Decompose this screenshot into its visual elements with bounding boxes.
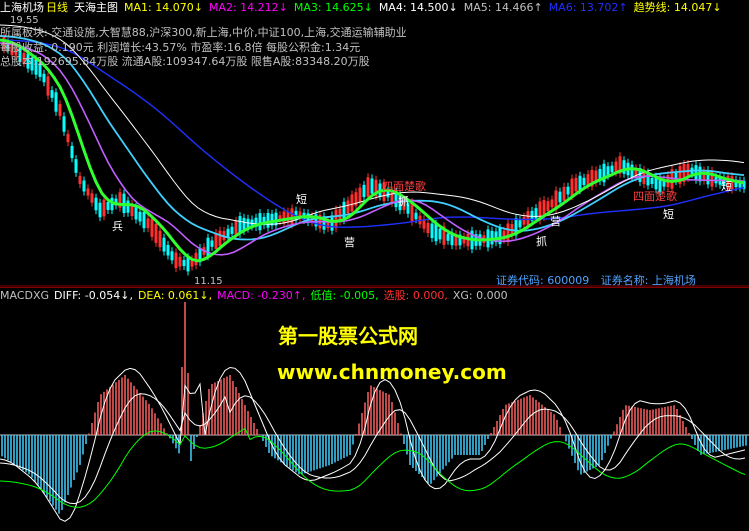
- xg-readout: XG: 0.000: [452, 289, 508, 302]
- low-readout: 低值: -0.005,: [310, 289, 379, 302]
- low-line: [0, 427, 746, 508]
- ma4-readout: MA4: 14.500↓: [378, 1, 458, 14]
- finance-info: 每股收益: 0.190元 利润增长:43.57% 市盈率:16.8倍 每股公积金…: [0, 41, 361, 54]
- diff-line: [0, 366, 746, 522]
- chart-tag-7: 四面楚歌: [633, 189, 677, 203]
- chart-tag-11: 短: [721, 179, 732, 193]
- dea-line: [0, 393, 746, 505]
- macd-readout: MACD: -0.230↑,: [217, 289, 306, 302]
- template-name[interactable]: 天海主图: [74, 1, 118, 14]
- macd-indicator-name[interactable]: MACDXG: [0, 289, 49, 302]
- macd-header: MACDXG DIFF: -0.054↓, DEA: 0.061↓, MACD: -0…: [0, 287, 749, 303]
- ma6-readout: MA6: 13.702↑: [548, 1, 628, 14]
- ma5-readout: MA5: 14.466↑: [463, 1, 543, 14]
- watermark-title: 第一股票公式网: [278, 324, 418, 348]
- period-label[interactable]: 日线: [46, 1, 68, 14]
- trend-readout: 趋势线: 14.047↓: [633, 1, 722, 14]
- stock-name-label: 证券名称: 上海机场: [600, 274, 696, 287]
- shares-info: 总股本:192695.84万股 流通A股:109347.64万股 限售A股:83…: [0, 55, 370, 68]
- ma3-readout: MA3: 14.625↓: [293, 1, 373, 14]
- high-price-label: 19.55: [10, 15, 39, 26]
- indicator-header: 上海机场 日线 天海主图 MA1: 14.070↓ MA2: 14.212↓ MA3: 1…: [0, 0, 749, 16]
- chart-tag-6: 四面楚歌: [382, 179, 426, 193]
- low-price-label: 11.15: [194, 276, 223, 287]
- dea-readout: DEA: 0.061↓,: [137, 289, 213, 302]
- pick-readout: 选股: 0.000,: [383, 289, 448, 302]
- chart-tag-8: 短: [663, 207, 674, 221]
- chart-tag-2: 兵: [112, 220, 123, 233]
- ma1-readout: MA1: 14.070↓: [124, 1, 203, 14]
- stock-name[interactable]: 上海机场: [0, 1, 44, 14]
- stock-reference: 证券代码: 600009 证券名称: 上海机场: [496, 272, 696, 288]
- chart-tag-9: 抓: [536, 234, 547, 248]
- stock-code-label: 证券代码: 600009: [496, 274, 590, 287]
- ma2-readout: MA2: 14.212↓: [208, 1, 288, 14]
- chart-tag-4: 抓: [398, 194, 409, 208]
- chart-tag-10: 营: [550, 214, 561, 228]
- chart-tag-3: 营: [344, 235, 355, 249]
- diff-readout: DIFF: -0.054↓,: [54, 289, 133, 302]
- watermark-url: www.chnmoney.com: [277, 360, 507, 384]
- sector-info: 所属板块: 交通设施,大智慧88,沪深300,新上海,中价,中证100,上海,交…: [0, 26, 407, 39]
- chart-tag-12: 短: [296, 192, 307, 206]
